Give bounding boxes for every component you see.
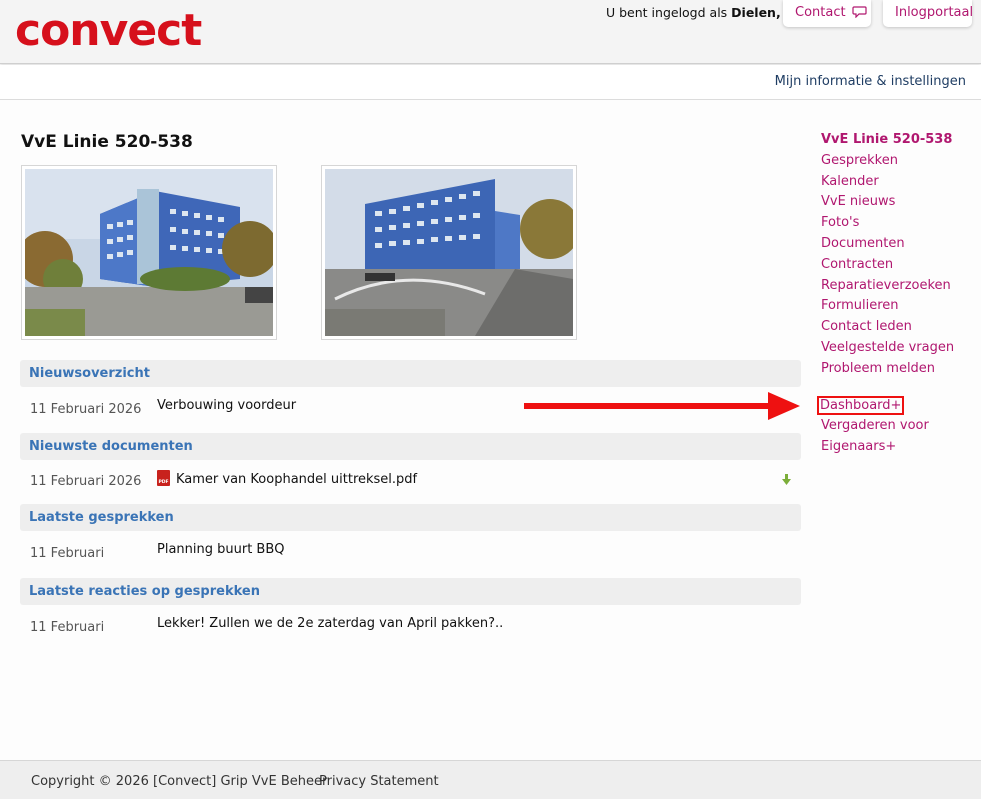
page-title: VvE Linie 520-538 <box>21 132 193 152</box>
sidebar-item-faq[interactable]: Veelgestelde vragen <box>821 338 954 359</box>
login-prefix: U bent ingelogd als <box>606 5 732 20</box>
section-nieuwsoverzicht: Nieuwsoverzicht <box>20 360 801 387</box>
item-date: 11 Februari <box>30 620 105 635</box>
inlogportaal-button[interactable]: Inlogportaal <box>883 0 973 27</box>
login-status: U bent ingelogd als Dielen, D. <box>606 5 800 20</box>
sidebar-item-contracten[interactable]: Contracten <box>821 255 954 276</box>
item-date: 11 Februari <box>30 546 105 561</box>
conversation-link[interactable]: Planning buurt BBQ <box>157 542 285 557</box>
privacy-statement-link[interactable]: Privacy Statement <box>319 774 439 789</box>
item-date: 11 Februari 2026 <box>30 474 142 489</box>
sidebar-item-contact-leden[interactable]: Contact leden <box>821 317 954 338</box>
reaction-link[interactable]: Lekker! Zullen we de 2e zaterdag van Apr… <box>157 616 503 631</box>
sidebar-item-vergaderen[interactable]: Vergaderen voor <box>821 416 954 437</box>
building-photo-1[interactable] <box>21 165 277 340</box>
building-image <box>325 169 573 336</box>
sidebar-item-vve-nieuws[interactable]: VvE nieuws <box>821 192 954 213</box>
pdf-file-icon <box>157 470 170 486</box>
sidebar-item-fotos[interactable]: Foto's <box>821 213 954 234</box>
news-link[interactable]: Verbouwing voordeur <box>157 398 296 413</box>
section-laatste-reacties: Laatste reacties op gesprekken <box>20 578 801 605</box>
site-header: convect U bent ingelogd als Dielen, D. C… <box>0 0 981 64</box>
item-date: 11 Februari 2026 <box>30 402 142 417</box>
document-link[interactable]: Kamer van Koophandel uittreksel.pdf <box>176 472 417 487</box>
sub-navigation-bar: Mijn informatie & instellingen <box>0 65 981 100</box>
contact-button[interactable]: Contact <box>783 0 871 27</box>
building-image <box>25 169 273 336</box>
sidebar-item-eigenaars[interactable]: Eigenaars+ <box>821 437 954 458</box>
sidebar-item-gesprekken[interactable]: Gesprekken <box>821 151 954 172</box>
sidebar-item-dashboard[interactable]: Dashboard+ <box>816 395 905 415</box>
red-arrow-annotation <box>524 392 800 420</box>
sidebar-item-vve[interactable]: VvE Linie 520-538 <box>821 130 954 151</box>
building-photo-2[interactable] <box>321 165 577 340</box>
sidebar-nav: VvE Linie 520-538 Gesprekken Kalender Vv… <box>816 130 954 458</box>
section-laatste-gesprekken: Laatste gesprekken <box>20 504 801 531</box>
section-nieuwste-documenten: Nieuwste documenten <box>20 433 801 460</box>
sidebar-item-documenten[interactable]: Documenten <box>821 234 954 255</box>
my-info-settings-link[interactable]: Mijn informatie & instellingen <box>775 74 966 89</box>
sidebar-item-formulieren[interactable]: Formulieren <box>821 296 954 317</box>
sidebar-item-reparatieverzoeken[interactable]: Reparatieverzoeken <box>821 276 954 297</box>
convect-logo[interactable]: convect <box>15 5 202 57</box>
sidebar-item-kalender[interactable]: Kalender <box>821 172 954 193</box>
copyright-text: Copyright © 2026 [Convect] Grip VvE Behe… <box>31 774 328 789</box>
site-footer: Copyright © 2026 [Convect] Grip VvE Behe… <box>0 760 981 799</box>
contact-label: Contact <box>795 5 846 20</box>
sidebar-item-probleem-melden[interactable]: Probleem melden <box>821 359 954 380</box>
download-arrow-icon[interactable] <box>782 474 791 486</box>
list-item: 11 Februari 2026 Kamer van Koophandel ui… <box>20 470 801 490</box>
chat-bubble-icon <box>852 6 867 19</box>
